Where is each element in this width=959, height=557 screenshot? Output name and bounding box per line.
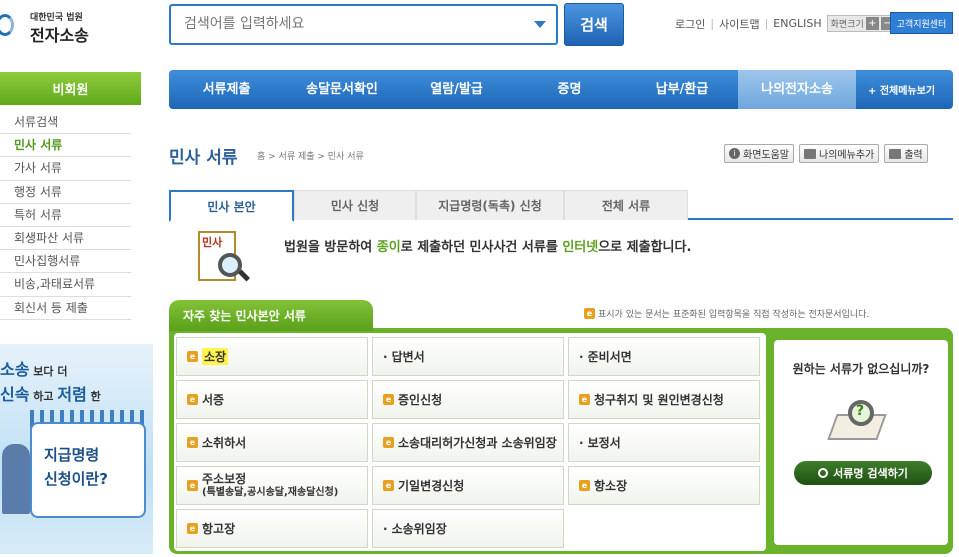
zoom-in-icon[interactable]: +: [865, 17, 879, 30]
form-answer[interactable]: · 답변서: [372, 337, 564, 376]
search-button[interactable]: 검색: [564, 3, 624, 46]
sidebar-menu: 서류검색 민사 서류 가사 서류 행정 서류 특허 서류 회생파산 서류 민사집…: [0, 111, 131, 320]
divider: |: [764, 17, 769, 30]
payment-order-banner[interactable]: 소송 보다 더 신속 하고 저렴 한 지급명령 신청이란?: [0, 344, 153, 554]
form-appeal[interactable]: e 항소장: [568, 466, 760, 505]
e-form-icon: e: [383, 480, 394, 491]
sidebar-item-family[interactable]: 가사 서류: [0, 157, 131, 181]
section-title: 자주 찾는 민사본안 서류: [169, 300, 373, 331]
login-link[interactable]: 로그인: [675, 16, 705, 32]
folder-icon: [804, 148, 816, 159]
form-documentary-evidence[interactable]: e 서증: [176, 380, 368, 419]
forms-grid: e 소장 · 답변서 · 준비서면 e 서증 e 증인신청 e 청구취지 및 원인변경신청 …: [174, 333, 766, 551]
sidebar-item-civil[interactable]: 민사 서류: [0, 134, 131, 158]
sidebar-item-admin[interactable]: 행정 서류: [0, 181, 131, 204]
tab-civil-main[interactable]: 민사 본안: [169, 190, 294, 222]
info-icon: i: [729, 148, 740, 159]
breadcrumb: 홈 > 서류 제출 > 민사 서류: [257, 152, 364, 162]
sidebar-item-bankruptcy[interactable]: 회생파산 서류: [0, 227, 131, 251]
e-form-icon: e: [187, 394, 198, 405]
banner-line-1: 소송 보다 더: [0, 360, 68, 379]
form-representation-permit[interactable]: e 소송대리허가신청과 소송위임장: [372, 423, 564, 462]
banner-card-title: 지급명령: [44, 446, 100, 464]
civil-document-icon: 민사: [196, 229, 251, 285]
search-icon: [818, 468, 829, 478]
font-size-label: 화면크기: [830, 20, 864, 30]
sitemap-link[interactable]: 사이트맵: [719, 16, 759, 32]
form-withdrawal[interactable]: e 소취하서: [176, 423, 368, 462]
form-preparatory-brief[interactable]: · 준비서면: [568, 337, 760, 376]
e-form-icon: e: [584, 308, 595, 319]
e-form-icon: e: [187, 437, 198, 448]
page-tools: i 화면도움말 나의메뉴추가 출력: [724, 144, 928, 163]
e-form-icon: e: [579, 480, 590, 491]
form-search-box: 원하는 서류가 없으십니까? ? 서류명 검색하기: [774, 340, 948, 545]
all-menu-link[interactable]: + 전체메뉴보기: [856, 82, 935, 97]
search-box: [169, 4, 558, 45]
chevron-down-icon[interactable]: [534, 21, 546, 28]
form-witness-request[interactable]: e 증인신청: [372, 380, 564, 419]
person-illustration-icon: [2, 444, 30, 514]
nav-item-submit[interactable]: 서류제출: [169, 70, 284, 109]
add-my-menu-button[interactable]: 나의메뉴추가: [799, 144, 880, 163]
nav-item-delivery[interactable]: 송달문서확인: [284, 70, 400, 109]
top-links: 로그인 | 사이트맵 | ENGLISH 화면크기 + −: [675, 15, 898, 32]
form-complaint-appeal[interactable]: e 항고장: [176, 509, 368, 548]
banner-line-2: 신속 하고 저렴 한: [0, 385, 101, 404]
divider: |: [710, 17, 715, 30]
english-link[interactable]: ENGLISH: [773, 17, 821, 30]
e-form-icon: e: [187, 351, 198, 362]
e-form-icon: e: [579, 394, 590, 405]
support-center-button[interactable]: 고객지원센터: [890, 12, 953, 34]
e-form-icon: e: [383, 394, 394, 405]
tab-civil-application[interactable]: 민사 신청: [294, 190, 416, 220]
nav-item-payment[interactable]: 납부/환급: [626, 70, 738, 109]
printer-icon: [889, 148, 902, 159]
sidebar-item-patent[interactable]: 특허 서류: [0, 204, 131, 227]
nav-item-my-lawsuit[interactable]: 나의전자소송: [738, 70, 856, 109]
banner-card-subtitle: 신청이란?: [44, 470, 108, 488]
form-address-correction[interactable]: e 주소보정 (특별송달,공시송달,재송달신청): [176, 466, 368, 505]
font-size-control: 화면크기 + −: [826, 15, 898, 32]
logo-mark-icon: [0, 14, 14, 36]
nav-item-view[interactable]: 열람/발급: [400, 70, 513, 109]
site-logo[interactable]: 대한민국 법원 전자소송: [0, 6, 100, 45]
e-form-icon: e: [187, 523, 198, 534]
e-form-icon: e: [383, 437, 394, 448]
sidebar-item-search[interactable]: 서류검색: [0, 111, 131, 135]
missing-form-question: 원하는 서류가 없으십니까?: [792, 362, 930, 376]
e-form-note: e 표시가 있는 문서는 표준화된 입력항목을 직접 작성하는 전자문서입니다.: [584, 307, 869, 320]
sidebar-item-non-litigation[interactable]: 비송,과태료서류: [0, 273, 131, 297]
sidebar-header: 비회원: [0, 72, 141, 105]
form-complaint[interactable]: e 소장: [176, 337, 368, 376]
nav-item-certificate[interactable]: 증명: [513, 70, 626, 109]
form-correction[interactable]: · 보정서: [568, 423, 760, 462]
form-power-of-attorney[interactable]: · 소송위임장: [372, 509, 564, 548]
help-button[interactable]: i 화면도움말: [724, 144, 794, 163]
logo-title: 전자소송: [30, 26, 89, 45]
search-input[interactable]: [171, 6, 501, 42]
sidebar-item-reply[interactable]: 회신서 등 제출: [0, 297, 131, 320]
main-nav: 서류제출 송달문서확인 열람/발급 증명 납부/환급 나의전자소송 + 전체메뉴…: [169, 70, 953, 109]
print-button[interactable]: 출력: [884, 144, 928, 163]
document-tabs: 민사 본안 민사 신청 지급명령(독촉) 신청 전체 서류: [169, 190, 953, 222]
intro-text: 법원을 방문하여 종이로 제출하던 민사사건 서류를 인터넷으로 제출합니다.: [284, 240, 692, 255]
search-form-name-button[interactable]: 서류명 검색하기: [794, 461, 932, 485]
sidebar-item-enforcement[interactable]: 민사집행서류: [0, 250, 131, 274]
form-claim-change[interactable]: e 청구취지 및 원인변경신청: [568, 380, 760, 419]
form-date-change[interactable]: e 기일변경신청: [372, 466, 564, 505]
e-form-icon: e: [187, 480, 198, 491]
document-search-icon: ?: [827, 398, 888, 442]
page-title: 민사 서류: [169, 148, 238, 168]
tab-all-documents[interactable]: 전체 서류: [564, 190, 688, 220]
tab-payment-order[interactable]: 지급명령(독촉) 신청: [416, 190, 564, 220]
